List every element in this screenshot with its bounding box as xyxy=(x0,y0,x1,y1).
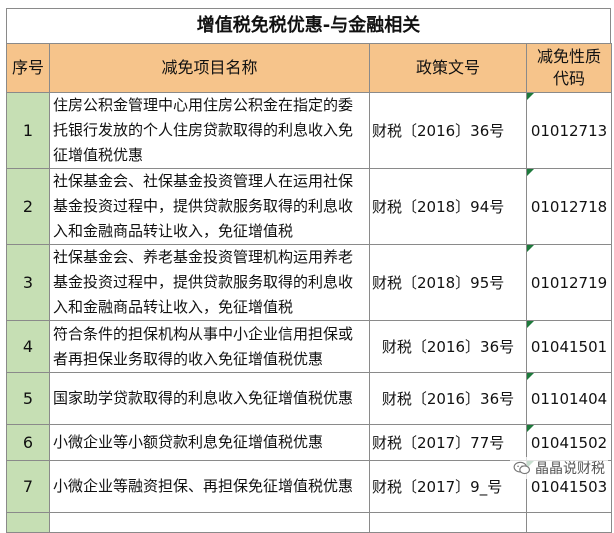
header-name: 减免项目名称 xyxy=(49,43,370,93)
row-no[interactable]: 5 xyxy=(6,372,50,425)
row-name[interactable]: 社保基金会、社保基金投资管理人在运用社保基金投资过程中，提供贷款服务取得的利息收… xyxy=(49,168,370,245)
row-code[interactable]: 01041502 xyxy=(526,424,612,461)
row-code-text: 01041503 xyxy=(530,477,608,496)
spreadsheet: 增值税免税优惠-与金融相关 序号 减免项目名称 政策文号 减免性质代码 1 住房… xyxy=(6,8,612,533)
row-code-text: 01012713 xyxy=(530,121,608,140)
row-code[interactable]: 01012718 xyxy=(526,168,612,245)
row-name[interactable]: 小微企业等融资担保、再担保免征增值税优惠 xyxy=(49,460,370,513)
row-no[interactable]: 1 xyxy=(6,92,50,169)
comment-marker xyxy=(527,425,534,432)
row-name[interactable]: 符合条件的担保机构从事中小企业信用担保或者再担保业务取得的收入免征增值税优惠 xyxy=(49,320,370,373)
row-doc[interactable]: 财税〔2017〕77号 xyxy=(369,424,527,461)
row-code[interactable]: 01012713 xyxy=(526,92,612,169)
row-doc[interactable]: 财税〔2016〕36号 xyxy=(369,92,527,169)
table-row: 4 符合条件的担保机构从事中小企业信用担保或者再担保业务取得的收入免征增值税优惠… xyxy=(6,320,612,373)
header-no: 序号 xyxy=(6,43,50,93)
table-row: 5 国家助学贷款取得的利息收入免征增值税优惠 财税〔2016〕36号 01101… xyxy=(6,372,612,425)
comment-marker xyxy=(527,93,534,100)
watermark-text: 晶晶说财税 xyxy=(535,461,605,477)
table-row: 2 社保基金会、社保基金投资管理人在运用社保基金投资过程中，提供贷款服务取得的利… xyxy=(6,168,612,245)
row-doc[interactable] xyxy=(369,512,527,533)
row-code[interactable] xyxy=(526,512,612,533)
row-doc[interactable]: 财税〔2017〕9_号 xyxy=(369,460,527,513)
row-name[interactable]: 小微企业等小额贷款利息免征增值税优惠 xyxy=(49,424,370,461)
row-code-text: 01012718 xyxy=(530,197,608,216)
row-doc[interactable]: 财税〔2018〕94号 xyxy=(369,168,527,245)
header-doc: 政策文号 xyxy=(369,43,527,93)
table-row: 3 社保基金会、养老基金投资管理机构运用养老基金投资过程中，提供贷款服务取得的利… xyxy=(6,244,612,321)
row-no[interactable]: 3 xyxy=(6,244,50,321)
row-doc[interactable]: 财税〔2018〕95号 xyxy=(369,244,527,321)
row-name[interactable]: 住房公积金管理中心用住房公积金在指定的委托银行发放的个人住房贷款取得的利息收入免… xyxy=(49,92,370,169)
row-code[interactable]: 01101404 xyxy=(526,372,612,425)
comment-marker xyxy=(527,245,534,252)
row-code[interactable]: 01041501 xyxy=(526,320,612,373)
row-code-text: 01012719 xyxy=(530,273,608,292)
row-code[interactable]: 01012719 xyxy=(526,244,612,321)
row-no[interactable]: 7 xyxy=(6,460,50,513)
table-row: 6 小微企业等小额贷款利息免征增值税优惠 财税〔2017〕77号 0104150… xyxy=(6,424,612,461)
row-code-text: 01041501 xyxy=(530,337,608,356)
comment-marker xyxy=(527,373,534,380)
table-row-partial xyxy=(6,512,612,533)
row-code-text: 01101404 xyxy=(530,389,608,408)
wechat-icon xyxy=(513,461,531,475)
row-no[interactable]: 2 xyxy=(6,168,50,245)
row-doc[interactable]: 财税〔2016〕36号 xyxy=(369,320,527,373)
table-row: 1 住房公积金管理中心用住房公积金在指定的委托银行发放的个人住房贷款取得的利息收… xyxy=(6,92,612,169)
row-code-text: 01041502 xyxy=(530,433,608,452)
header-code: 减免性质代码 xyxy=(526,43,612,93)
row-no[interactable]: 6 xyxy=(6,424,50,461)
sheet-title: 增值税免税优惠-与金融相关 xyxy=(6,8,611,43)
header-row: 序号 减免项目名称 政策文号 减免性质代码 xyxy=(6,43,612,93)
comment-marker xyxy=(527,169,534,176)
row-name[interactable]: 社保基金会、养老基金投资管理机构运用养老基金投资过程中，提供贷款服务取得的利息收… xyxy=(49,244,370,321)
row-name[interactable] xyxy=(49,512,370,533)
comment-marker xyxy=(527,321,534,328)
watermark: 晶晶说财税 xyxy=(510,457,608,479)
row-no[interactable]: 4 xyxy=(6,320,50,373)
row-doc[interactable]: 财税〔2016〕36号 xyxy=(369,372,527,425)
row-name[interactable]: 国家助学贷款取得的利息收入免征增值税优惠 xyxy=(49,372,370,425)
row-no[interactable] xyxy=(6,512,50,533)
